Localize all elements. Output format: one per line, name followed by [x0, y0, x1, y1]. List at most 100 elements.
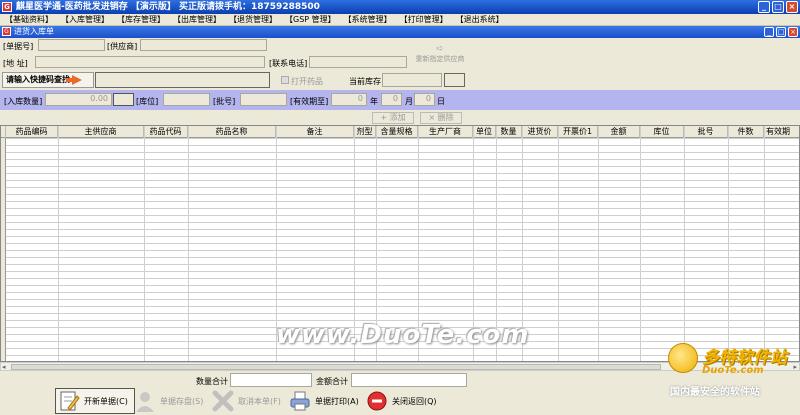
grid-col-header[interactable]: 药品代码: [144, 126, 188, 138]
amount-total-field: [351, 373, 467, 387]
day-unit-label: 日: [437, 97, 445, 106]
grid-header: 药品编码 主供应商 药品代码 药品名称 备注 剂型 含量规格 生产厂商 单位 数…: [1, 126, 799, 138]
reassign-supplier-button[interactable]: ➪ 重新指定供应商: [412, 44, 468, 66]
menu-exit[interactable]: 【退出系统】: [453, 14, 507, 25]
current-stock-unit-field: [444, 73, 465, 87]
qty-total-label: 数量合计: [196, 377, 228, 386]
menu-outbound[interactable]: 【出库管理】: [170, 14, 224, 25]
printer-icon: [289, 390, 311, 412]
app-title: 麒星医学通-医药批发进销存 【演示版】 买正版请拨手机：18759288500: [16, 2, 320, 12]
grid-col-header[interactable]: 药品名称: [188, 126, 276, 138]
expiry-year-input[interactable]: 0: [331, 93, 367, 106]
grid-divider: [728, 126, 729, 361]
quick-search-input[interactable]: [95, 72, 270, 88]
menu-inventory[interactable]: 【库存管理】: [114, 14, 168, 25]
grid-col-header[interactable]: 主供应商: [58, 126, 144, 138]
app-logo-icon: G: [2, 2, 12, 12]
open-drug-label: 打开药品: [291, 77, 323, 86]
reassign-arrow-icon: ➪: [436, 44, 444, 54]
address-field[interactable]: [35, 56, 265, 68]
grid-col-header[interactable]: 件数: [728, 126, 764, 138]
reassign-supplier-label: 重新指定供应商: [415, 55, 465, 63]
menu-system[interactable]: 【系统管理】: [341, 14, 395, 25]
menu-bar: 【基础资料】 【入库管理】 【库存管理】 【出库管理】 【退货管理】 【GSP …: [0, 14, 800, 26]
drug-grid: 药品编码 主供应商 药品代码 药品名称 备注 剂型 含量规格 生产厂商 单位 数…: [0, 125, 800, 362]
print-bill-button[interactable]: 单据打印(A): [289, 388, 359, 414]
menu-inbound[interactable]: 【入库管理】: [58, 14, 112, 25]
current-stock-field: [382, 73, 442, 87]
qty-input[interactable]: 0.00: [45, 93, 112, 106]
grid-divider: [188, 126, 189, 361]
maximize-button[interactable]: □: [772, 1, 784, 13]
cancel-bill-label: 取消本单(F): [238, 396, 281, 406]
menu-returns[interactable]: 【退货管理】: [226, 14, 280, 25]
grid-col-header[interactable]: 进货价: [522, 126, 558, 138]
menu-gsp[interactable]: 【GSP 管理】: [282, 14, 339, 25]
arrow-right-icon: [66, 75, 82, 85]
grid-col-header[interactable]: 含量规格: [376, 126, 418, 138]
print-bill-label: 单据打印(A): [315, 396, 359, 406]
supplier-label: [供应商]: [107, 42, 138, 51]
new-bill-button[interactable]: 开新单据(C): [55, 388, 135, 414]
site-tagline: 国内最安全的软件站: [670, 387, 760, 398]
grid-divider: [640, 126, 641, 361]
grid-divider: [58, 126, 59, 361]
menu-basic-data[interactable]: 【基础资料】: [2, 14, 56, 25]
scroll-left-icon[interactable]: ◂: [2, 363, 6, 371]
child-window-title: 进货入库单: [14, 27, 54, 36]
minimize-button[interactable]: _: [758, 1, 770, 13]
phone-label: [联系电话]: [269, 59, 308, 68]
grid-row-headers: [1, 138, 6, 361]
location-label: [库位]: [136, 97, 159, 106]
grid-divider: [144, 126, 145, 361]
grid-col-header[interactable]: 金额: [598, 126, 640, 138]
grid-divider: [684, 126, 685, 361]
grid-col-header[interactable]: 有效期: [764, 126, 799, 138]
bill-no-label: [单据号]: [3, 42, 34, 51]
location-input[interactable]: [163, 93, 210, 106]
grid-col-header[interactable]: 生产厂商: [418, 126, 473, 138]
grid-col-header[interactable]: 剂型: [354, 126, 376, 138]
close-button[interactable]: ×: [786, 1, 798, 13]
menu-print[interactable]: 【打印管理】: [397, 14, 451, 25]
grid-col-header[interactable]: 备注: [276, 126, 354, 138]
grid-col-header[interactable]: 数量: [496, 126, 522, 138]
bill-no-field[interactable]: [38, 39, 105, 51]
mascot-icon: [668, 343, 698, 373]
entry-bar: [入库数量] 0.00 [库位] [批号] [有效期至] 0 年 0 月 0 日: [0, 90, 800, 110]
amount-total-label: 金额合计: [316, 377, 348, 386]
scrollbar-thumb[interactable]: [11, 364, 661, 370]
watermark-text: www.DuoTe.com: [276, 320, 530, 350]
close-return-label: 关闭返回(Q): [392, 396, 437, 406]
child-window-icon: G: [2, 27, 11, 36]
grid-divider: [598, 126, 599, 361]
expiry-day-input[interactable]: 0: [414, 93, 435, 106]
child-maximize-button[interactable]: □: [776, 27, 786, 37]
child-minimize-button[interactable]: _: [764, 27, 774, 37]
add-button[interactable]: + 添加: [372, 112, 414, 124]
quick-search-row: 请输入快捷码查找 打开药品 当前库存: [0, 72, 800, 90]
child-window-title-bar: G 进货入库单 _ □ ×: [0, 26, 800, 38]
site-watermark-logo: 多特软件站 DuoTe.com 国内最安全的软件站: [668, 343, 796, 399]
close-return-button[interactable]: 关闭返回(Q): [366, 388, 437, 414]
batch-input[interactable]: [240, 93, 287, 106]
cancel-bill-button[interactable]: 取消本单(F): [212, 388, 281, 414]
grid-col-header[interactable]: 开票价1: [558, 126, 598, 138]
save-bill-button[interactable]: 单据存盘(S): [134, 388, 203, 414]
grid-col-header[interactable]: 药品编码: [6, 126, 58, 138]
cancel-x-icon: [212, 390, 234, 412]
child-close-button[interactable]: ×: [788, 27, 798, 37]
grid-col-header[interactable]: 批号: [684, 126, 728, 138]
grid-divider: [764, 126, 765, 361]
supplier-field[interactable]: [140, 39, 267, 51]
expiry-month-input[interactable]: 0: [381, 93, 402, 106]
phone-field[interactable]: [309, 56, 407, 68]
grid-col-header[interactable]: 单位: [473, 126, 496, 138]
expiry-label: [有效期至]: [290, 97, 329, 106]
delete-button[interactable]: × 删除: [420, 112, 462, 124]
current-stock-label: 当前库存: [349, 77, 381, 86]
address-label: [地 址]: [3, 59, 28, 68]
grid-col-header[interactable]: 库位: [640, 126, 684, 138]
app-title-bar: G 麒星医学通-医药批发进销存 【演示版】 买正版请拨手机：1875928850…: [0, 0, 800, 14]
open-drug-checkbox[interactable]: [281, 76, 289, 84]
